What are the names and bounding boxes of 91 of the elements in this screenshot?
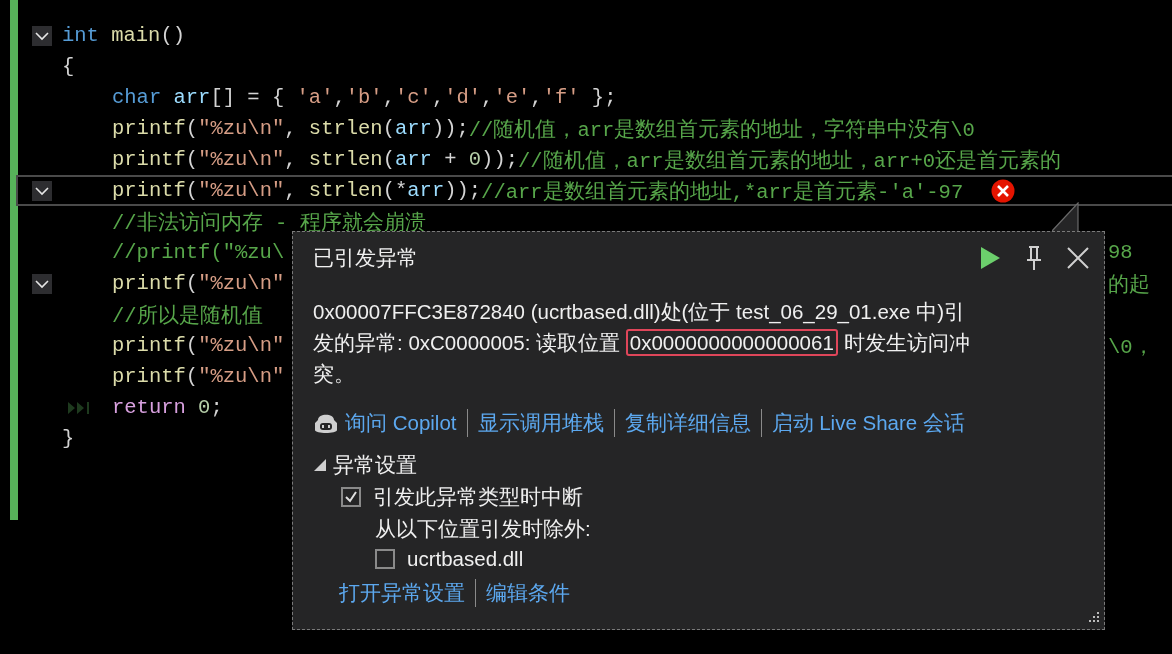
popup-title: 已引发异常 <box>313 245 418 271</box>
code-token: 0 <box>198 396 211 419</box>
code-token: ( <box>185 148 199 171</box>
code-token: )); <box>444 179 482 202</box>
code-token: arr <box>407 179 445 202</box>
code-token: main <box>111 24 161 47</box>
code-token: \0， <box>1108 334 1154 360</box>
code-token: }; <box>590 86 617 109</box>
code-token: , <box>284 179 298 202</box>
code-token: "%zu\n" <box>198 179 285 202</box>
code-token: arr <box>173 86 211 109</box>
code-token: { <box>62 55 75 78</box>
code-token: printf <box>112 179 186 202</box>
code-token: printf <box>112 334 186 357</box>
code-token: ( <box>185 365 199 388</box>
code-token: 'e' <box>493 86 531 109</box>
code-token: "%zu\n" <box>198 148 285 171</box>
code-token: (* <box>382 179 408 202</box>
popup-link[interactable]: 编辑条件 <box>486 579 570 607</box>
popup-link[interactable]: 询问 Copilot <box>345 409 457 437</box>
code-token: "%zu\n" <box>198 334 285 357</box>
code-token: return <box>112 396 186 419</box>
code-token: ( <box>382 148 395 171</box>
checkbox-label: ucrtbased.dll <box>407 547 524 571</box>
code-token: ( <box>185 272 199 295</box>
code-token: 98 <box>1108 241 1133 264</box>
code-token: , <box>284 117 298 140</box>
error-icon[interactable] <box>991 178 1016 203</box>
code-token: 'f' <box>542 86 580 109</box>
code-token: printf <box>112 365 186 388</box>
resize-grip-icon[interactable] <box>1086 611 1100 625</box>
code-token: printf <box>112 148 186 171</box>
code-token: "%zu\n" <box>198 365 285 388</box>
fold-chevron-icon[interactable] <box>32 180 52 201</box>
code-token: printf <box>112 272 186 295</box>
code-token: //arr是数组首元素的地址,*arr是首元素-'a'-97 <box>481 179 964 205</box>
checkbox-label: 引发此异常类型时中断 <box>373 484 583 510</box>
code-token: 'b' <box>345 86 383 109</box>
code-token: //printf("%zu\ <box>112 241 285 264</box>
code-token: } <box>62 427 75 450</box>
popup-link[interactable]: 复制详细信息 <box>624 409 751 437</box>
code-token: ; <box>210 396 223 419</box>
close-icon[interactable] <box>1066 246 1090 270</box>
code-token: "%zu\n" <box>198 272 285 295</box>
code-token: //所以是随机值 <box>112 303 263 329</box>
code-token: 'c' <box>395 86 432 109</box>
code-token: , <box>530 86 543 109</box>
fold-chevron-icon[interactable] <box>32 25 52 46</box>
code-token: 'd' <box>444 86 482 109</box>
code-token: 'a' <box>296 86 334 109</box>
fold-chevron-icon[interactable] <box>32 273 52 294</box>
code-token: , <box>431 86 445 109</box>
code-token: )); <box>431 117 469 140</box>
code-token: printf <box>112 117 186 140</box>
code-token: , <box>481 86 494 109</box>
code-token: "%zu\n" <box>198 117 285 140</box>
code-token: [] = { <box>210 86 286 109</box>
code-token: ( <box>185 334 199 357</box>
code-token: , <box>382 86 395 109</box>
popup-link[interactable]: 启动 Live Share 会话 <box>771 409 965 437</box>
code-token: )); <box>481 148 518 171</box>
code-token: ( <box>185 179 199 202</box>
code-token: //随机值，arr是数组首元素的地址，arr+0还是首元素的 <box>518 148 1062 174</box>
code-token: () <box>160 24 186 47</box>
continue-play-icon[interactable] <box>978 245 1002 271</box>
checkbox[interactable] <box>375 549 395 569</box>
except-label: 从以下位置引发时除外: <box>375 516 592 542</box>
checkmark-icon <box>343 489 359 505</box>
code-token: arr <box>395 117 432 140</box>
code-token: ( <box>382 117 395 140</box>
expand-triangle-icon[interactable] <box>313 458 327 472</box>
code-token: , <box>284 148 298 171</box>
settings-heading: 异常设置 <box>333 452 417 478</box>
code-token: char <box>112 86 162 109</box>
code-token: strlen <box>308 117 383 140</box>
code-token: strlen <box>308 179 383 202</box>
code-token: , <box>333 86 346 109</box>
popup-link[interactable]: 显示调用堆栈 <box>477 409 604 437</box>
code-token: strlen <box>308 148 383 171</box>
code-token: 的起 <box>1108 272 1150 298</box>
pin-icon[interactable] <box>1024 245 1044 271</box>
code-token: //随机值，arr是数组首元素的地址，字符串中没有\0 <box>468 117 975 143</box>
code-token: //非法访问内存 - 程序就会崩溃 <box>112 210 426 236</box>
code-token: 0 <box>468 148 482 171</box>
popup-link[interactable]: 打开异常设置 <box>339 579 465 607</box>
code-token: arr <box>395 148 432 171</box>
code-token: int <box>62 24 99 47</box>
code-token: ( <box>185 117 199 140</box>
exception-message: 0x00007FFC3E872840 (ucrtbased.dll)处(位于 test_06_29_01.exe 中)引发的异常: 0xC0000005: 读取位置 0x0000000000000061 时发生访问冲突。 <box>313 299 971 387</box>
code-token: + <box>443 148 458 171</box>
checkbox[interactable] <box>341 487 361 507</box>
